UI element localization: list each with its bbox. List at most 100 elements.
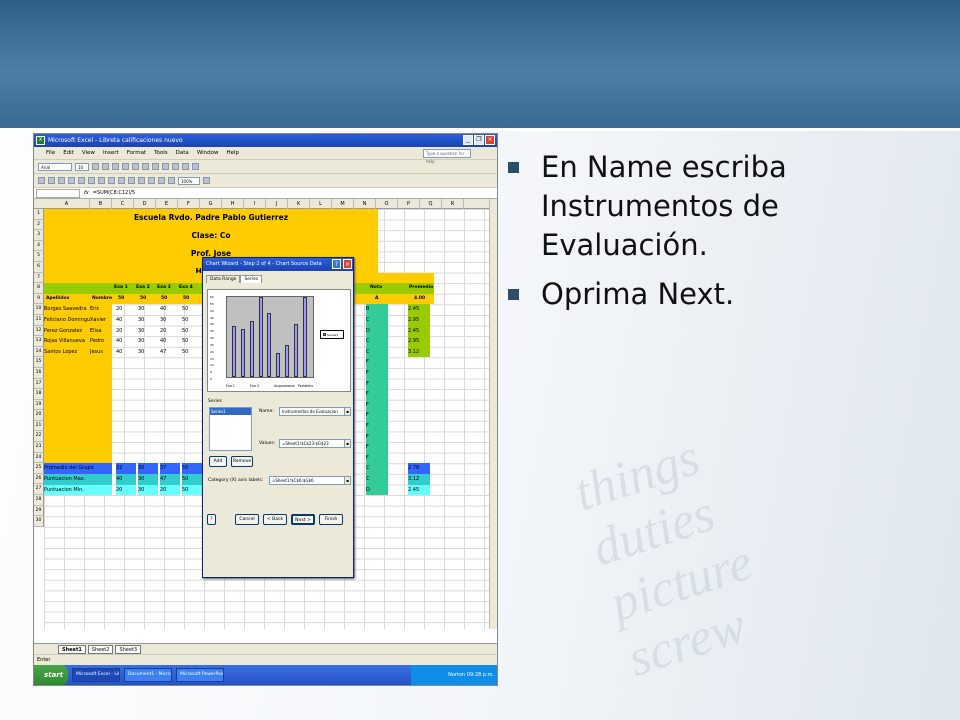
row-header[interactable]: 25: [34, 463, 44, 474]
cancel-button[interactable]: Cancel: [235, 514, 259, 525]
row-header[interactable]: 10: [34, 304, 44, 315]
collapse-dialog-icon[interactable]: ▪: [344, 440, 350, 447]
category-field[interactable]: =Sheet1!$C$6:$G$6 ▪: [269, 476, 351, 485]
sort-icon[interactable]: [158, 177, 165, 184]
remove-button[interactable]: Remove: [231, 456, 253, 467]
align-right-icon[interactable]: [142, 163, 149, 170]
office-assistant-icon[interactable]: ?: [207, 514, 216, 525]
name-box[interactable]: [36, 188, 80, 198]
collapse-dialog-icon[interactable]: ▪: [344, 408, 350, 415]
column-header-e[interactable]: E: [156, 199, 178, 209]
row-header[interactable]: 2: [34, 219, 44, 231]
column-header-n[interactable]: N: [354, 199, 376, 209]
row-header[interactable]: 12: [34, 325, 44, 337]
column-header-k[interactable]: K: [288, 199, 310, 209]
series-values-field[interactable]: =Sheet1!$C$23:$G$23 ▪: [279, 439, 351, 448]
paste-icon[interactable]: [118, 177, 125, 184]
collapse-dialog-icon[interactable]: ▪: [344, 477, 350, 484]
column-header-b[interactable]: B: [90, 199, 112, 209]
row-header[interactable]: 8: [34, 283, 44, 294]
row-header[interactable]: 7: [34, 272, 44, 284]
restore-icon[interactable]: ❐: [474, 135, 484, 145]
font-color-icon[interactable]: [192, 163, 199, 170]
column-header-d[interactable]: D: [134, 199, 156, 209]
menu-window[interactable]: Window: [197, 147, 219, 159]
chart-wizard-icon[interactable]: [168, 177, 175, 184]
formula-input[interactable]: =SUM(C8:C12)/5: [93, 190, 135, 196]
help-icon[interactable]: [203, 177, 210, 184]
start-button[interactable]: start: [34, 665, 68, 685]
row-header[interactable]: 5: [34, 251, 44, 262]
menu-insert[interactable]: Insert: [103, 147, 119, 159]
menu-tools[interactable]: Tools: [154, 147, 168, 159]
tab-series[interactable]: Series: [240, 275, 263, 283]
row-header[interactable]: 29: [34, 505, 44, 517]
back-button[interactable]: < Back: [263, 514, 287, 525]
column-header-h[interactable]: H: [222, 199, 244, 209]
column-header-g[interactable]: G: [200, 199, 222, 209]
column-header-c[interactable]: C: [112, 199, 134, 209]
row-header[interactable]: 19: [34, 399, 44, 411]
underline-icon[interactable]: [112, 163, 119, 170]
column-header-p[interactable]: P: [398, 199, 420, 209]
row-header[interactable]: 1: [34, 209, 44, 220]
row-header[interactable]: 9: [34, 293, 44, 305]
series-item[interactable]: Series1: [210, 408, 251, 415]
row-header[interactable]: 11: [34, 314, 44, 326]
row-header[interactable]: 28: [34, 495, 44, 506]
menu-data[interactable]: Data: [176, 147, 189, 159]
row-header[interactable]: 16: [34, 367, 44, 379]
row-header[interactable]: 17: [34, 378, 44, 390]
row-header[interactable]: 30: [34, 516, 44, 527]
menu-view[interactable]: View: [82, 147, 95, 159]
column-header-q[interactable]: Q: [420, 199, 442, 209]
row-header[interactable]: 18: [34, 389, 44, 400]
menu-help[interactable]: Help: [227, 147, 240, 159]
tab-sheet3[interactable]: Sheet3: [115, 644, 142, 654]
add-button[interactable]: Add: [209, 456, 227, 467]
norton-icon[interactable]: Norton: [448, 672, 465, 678]
column-header-l[interactable]: L: [310, 199, 332, 209]
help-icon[interactable]: ?: [332, 259, 341, 269]
tab-data-range[interactable]: Data Range: [206, 275, 241, 283]
align-center-icon[interactable]: [132, 163, 139, 170]
save-icon[interactable]: [58, 177, 65, 184]
column-header-a[interactable]: A: [44, 199, 90, 209]
menu-edit[interactable]: Edit: [63, 147, 74, 159]
row-header[interactable]: 4: [34, 240, 44, 252]
copy-icon[interactable]: [108, 177, 115, 184]
series-name-field[interactable]: Instrumentos de Evaluacion ▪: [279, 407, 351, 416]
spelling-icon[interactable]: [88, 177, 95, 184]
fill-color-icon[interactable]: [182, 163, 189, 170]
column-header-j[interactable]: J: [266, 199, 288, 209]
font-size-select[interactable]: 10: [75, 162, 89, 171]
close-icon[interactable]: ×: [343, 259, 352, 269]
redo-icon[interactable]: [138, 177, 145, 184]
currency-icon[interactable]: [152, 163, 159, 170]
row-header[interactable]: 14: [34, 346, 44, 358]
preview-icon[interactable]: [78, 177, 85, 184]
help-search-input[interactable]: Type a question for help: [423, 149, 471, 164]
row-header[interactable]: 23: [34, 442, 44, 453]
column-header-m[interactable]: M: [332, 199, 354, 209]
print-icon[interactable]: [68, 177, 75, 184]
row-header[interactable]: 15: [34, 357, 44, 368]
italic-icon[interactable]: [102, 163, 109, 170]
new-icon[interactable]: [38, 177, 45, 184]
finish-button[interactable]: Finish: [319, 514, 343, 525]
tab-sheet1[interactable]: Sheet1: [58, 644, 86, 654]
zoom-select[interactable]: 100%: [178, 176, 200, 185]
series-listbox[interactable]: Series1: [209, 407, 252, 451]
menu-file[interactable]: File: [46, 147, 55, 159]
align-left-icon[interactable]: [122, 163, 129, 170]
row-header[interactable]: 13: [34, 336, 44, 347]
row-header[interactable]: 20: [34, 410, 44, 421]
column-header-r[interactable]: R: [442, 199, 464, 209]
vertical-scrollbar[interactable]: [489, 199, 497, 629]
bold-icon[interactable]: [92, 163, 99, 170]
next-button[interactable]: Next >: [291, 514, 315, 525]
close-icon[interactable]: ×: [485, 135, 495, 145]
cut-icon[interactable]: [98, 177, 105, 184]
taskbar-excel[interactable]: Microsoft Excel - Libr...: [72, 668, 120, 682]
undo-icon[interactable]: [128, 177, 135, 184]
